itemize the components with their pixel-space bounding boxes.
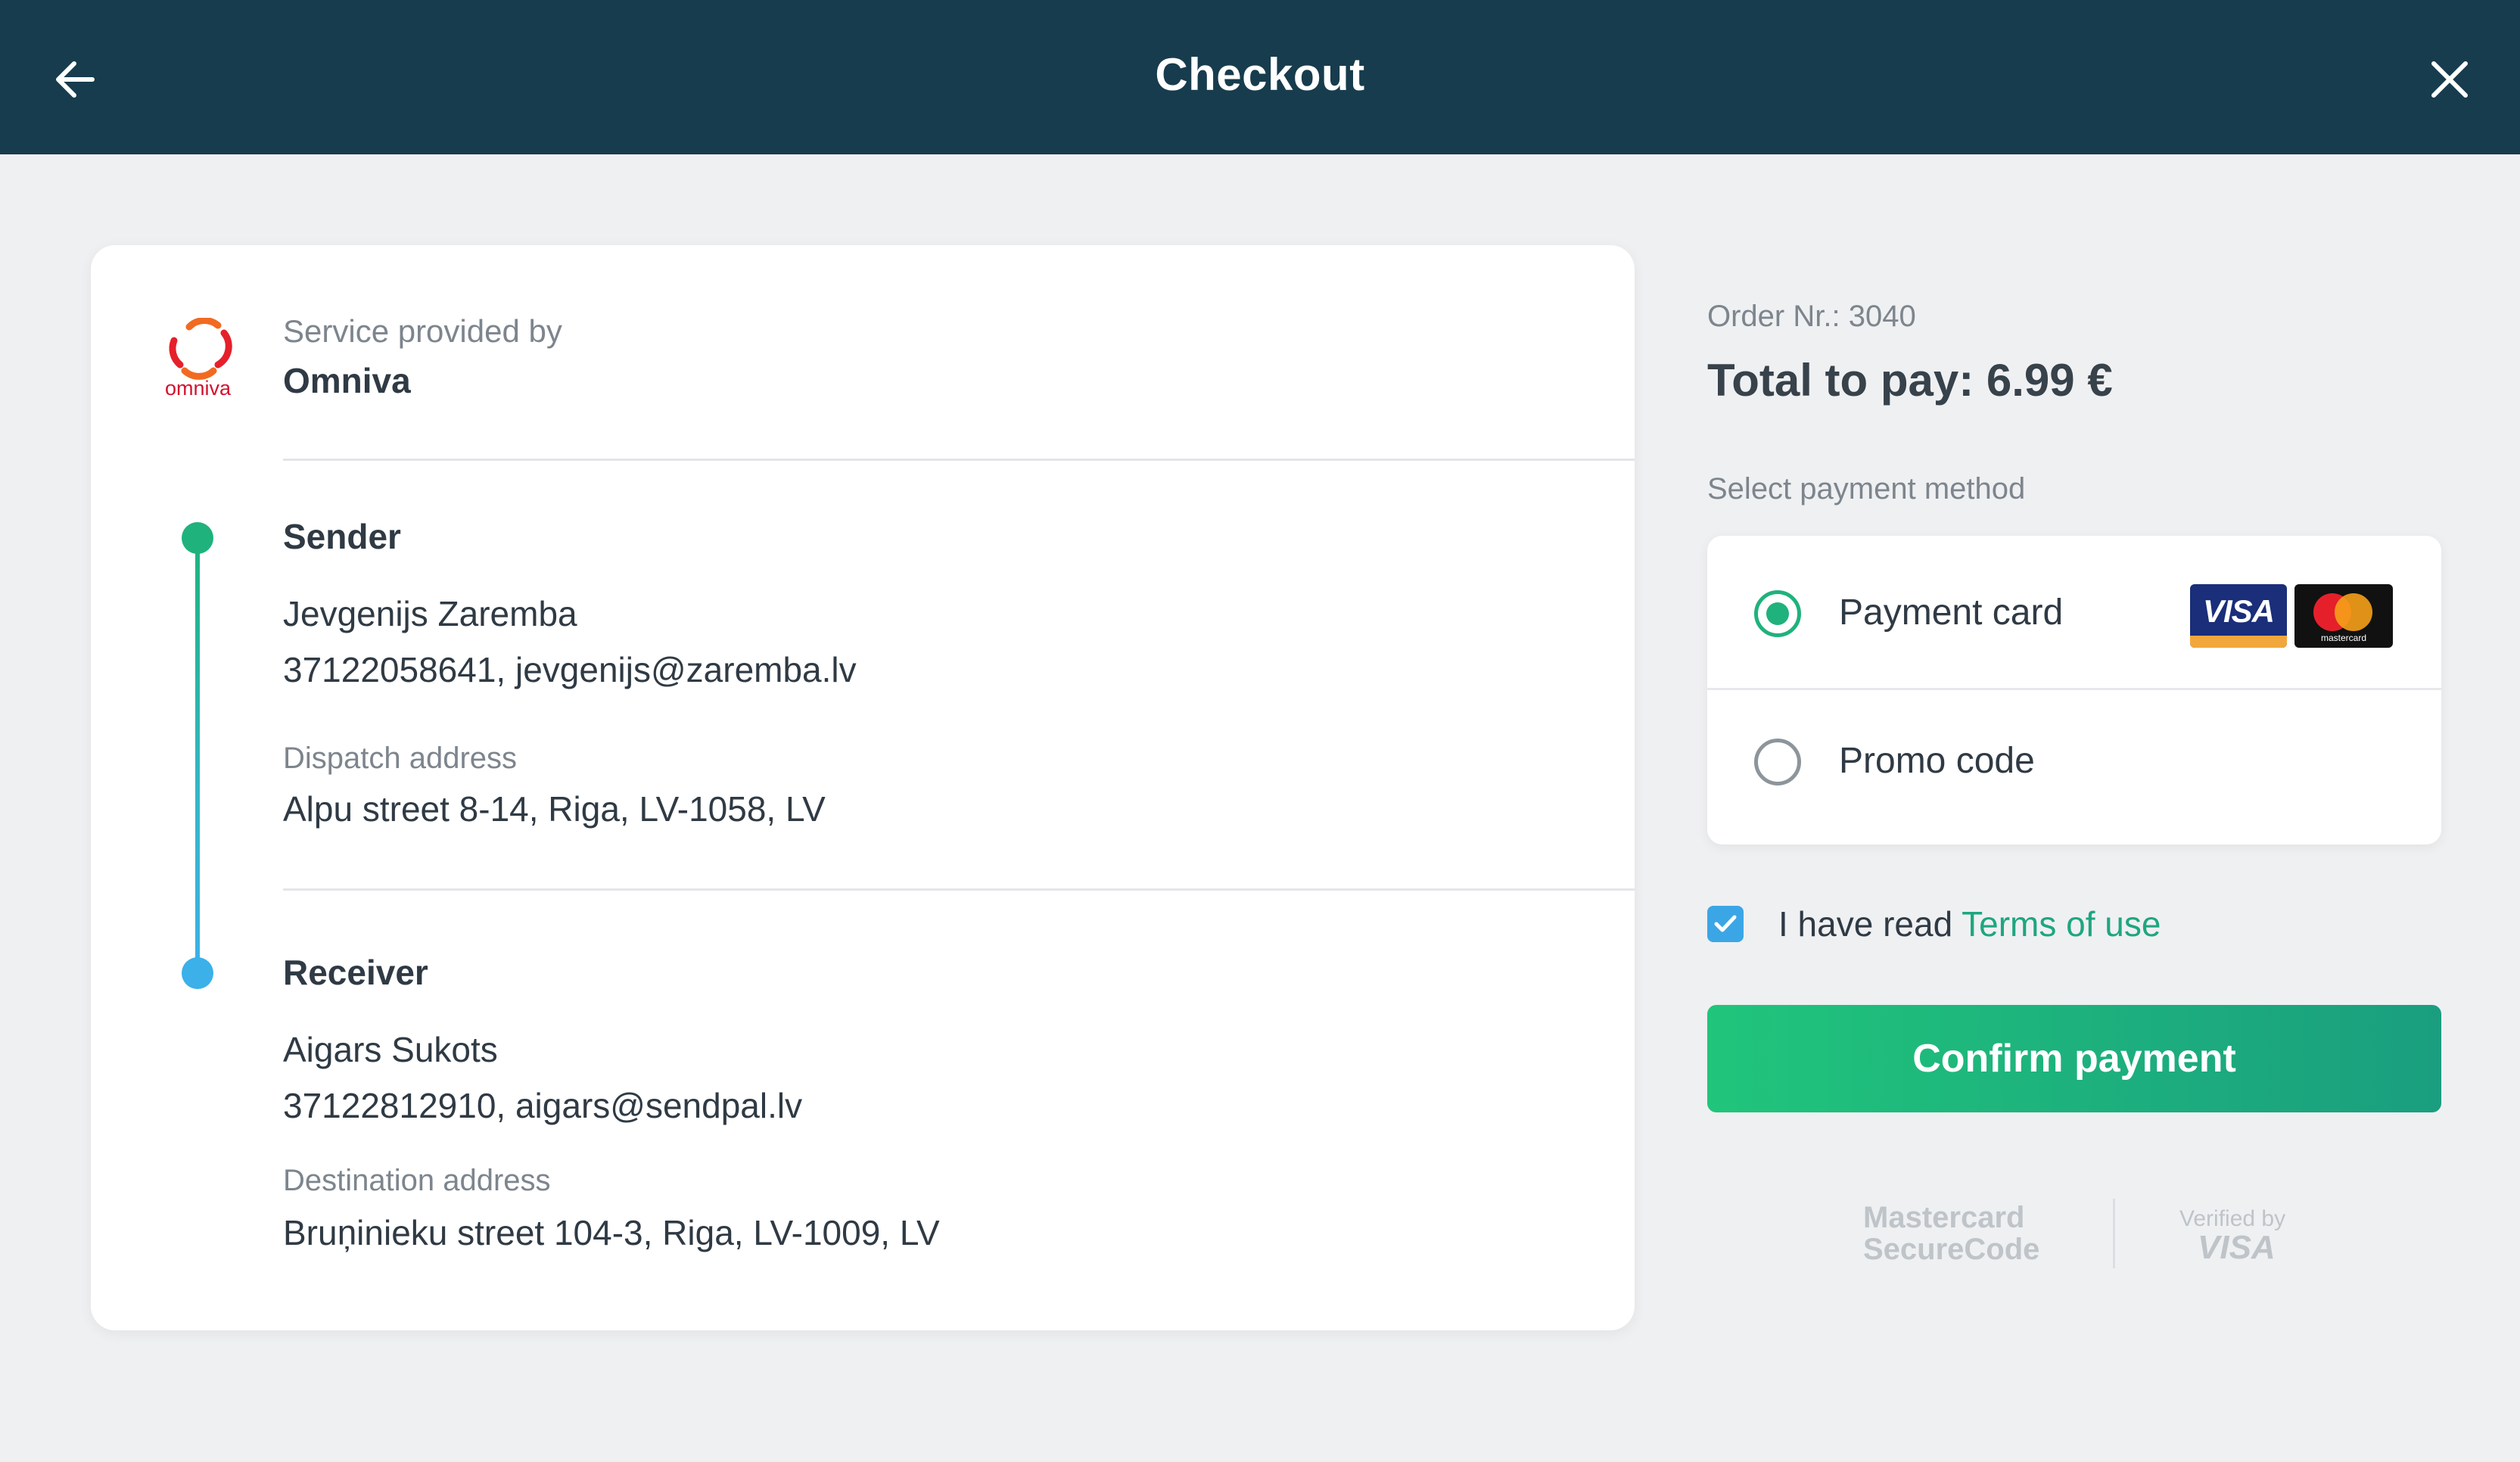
- svg-text:omniva: omniva: [165, 377, 232, 400]
- close-button[interactable]: [2428, 58, 2472, 101]
- shipment-card: omniva Service provided by Omniva Sender…: [91, 245, 1635, 1330]
- route-timeline-line: [195, 539, 200, 975]
- total-to-pay: Total to pay: 6.99 €: [1707, 355, 2113, 406]
- checkmark-icon: [1714, 915, 1737, 932]
- dispatch-address: Alpu street 8-14, Riga, LV-1058, LV: [283, 789, 826, 829]
- payment-method-label: Select payment method: [1707, 472, 2026, 505]
- payment-methods: Payment card VISA mastercard Promo code: [1707, 536, 2441, 845]
- omniva-logo: omniva: [165, 317, 248, 401]
- order-number: Order Nr.: 3040: [1707, 300, 1916, 333]
- mastercard-securecode-logo: Mastercard SecureCode: [1863, 1201, 2040, 1266]
- provider-name: Omniva: [283, 361, 411, 400]
- receiver-title: Receiver: [283, 953, 428, 992]
- terms-prefix: I have read: [1778, 904, 1962, 944]
- receiver-name: Aigars Sukots: [283, 1030, 498, 1069]
- sender-title: Sender: [283, 517, 401, 556]
- mastercard-logo-icon: mastercard: [2294, 584, 2393, 648]
- payment-method-promo[interactable]: Promo code: [1707, 690, 2441, 845]
- terms-text: I have read Terms of use: [1778, 904, 2161, 944]
- dispatch-address-label: Dispatch address: [283, 742, 518, 775]
- divider: [283, 459, 1635, 461]
- promo-code-label: Promo code: [1839, 741, 2035, 781]
- top-bar: Checkout: [0, 0, 2520, 154]
- page-title: Checkout: [1155, 49, 1365, 100]
- destination-address-label: Destination address: [283, 1164, 551, 1197]
- destination-address: Bruņinieku street 104-3, Riga, LV-1009, …: [283, 1213, 940, 1252]
- sender-dot: [182, 522, 213, 554]
- verified-by-label: Verified by: [2179, 1206, 2286, 1231]
- payment-card-radio[interactable]: [1754, 590, 1801, 637]
- confirm-payment-button[interactable]: Confirm payment: [1707, 1005, 2441, 1112]
- payment-method-card[interactable]: Payment card VISA mastercard: [1707, 536, 2441, 690]
- payment-card-label: Payment card: [1839, 593, 2064, 633]
- verified-by-visa-logo: VISA: [2198, 1229, 2276, 1266]
- divider: [283, 888, 1635, 891]
- sender-contact: 37122058641, jevgenijs@zaremba.lv: [283, 650, 857, 689]
- terms-checkbox[interactable]: [1707, 906, 1744, 942]
- visa-logo-icon: VISA: [2190, 584, 2287, 648]
- promo-code-radio[interactable]: [1754, 739, 1801, 785]
- terms-of-use-link[interactable]: Terms of use: [1962, 904, 2161, 944]
- receiver-contact: 37122812910, aigars@sendpal.lv: [283, 1086, 803, 1125]
- sender-name: Jevgenijs Zaremba: [283, 594, 577, 633]
- security-divider: [2113, 1199, 2115, 1268]
- receiver-dot: [182, 957, 213, 989]
- close-icon: [2431, 61, 2468, 98]
- provider-label: Service provided by: [283, 313, 562, 349]
